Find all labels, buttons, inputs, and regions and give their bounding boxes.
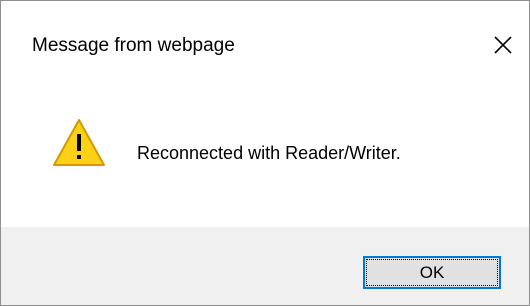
dialog-content: Reconnected with Reader/Writer. (1, 87, 529, 227)
warning-icon (53, 119, 105, 166)
close-button[interactable] (483, 25, 523, 65)
close-icon (494, 36, 512, 54)
dialog-message: Reconnected with Reader/Writer. (137, 143, 401, 163)
dialog-titlebar: Message from webpage (1, 1, 529, 87)
ok-button-label: OK (419, 263, 445, 282)
ok-button[interactable]: OK (363, 256, 501, 289)
dialog-footer: OK (1, 227, 529, 305)
message-dialog: Message from webpage Reconnected with Re… (0, 0, 530, 306)
dialog-title: Message from webpage (32, 35, 235, 56)
